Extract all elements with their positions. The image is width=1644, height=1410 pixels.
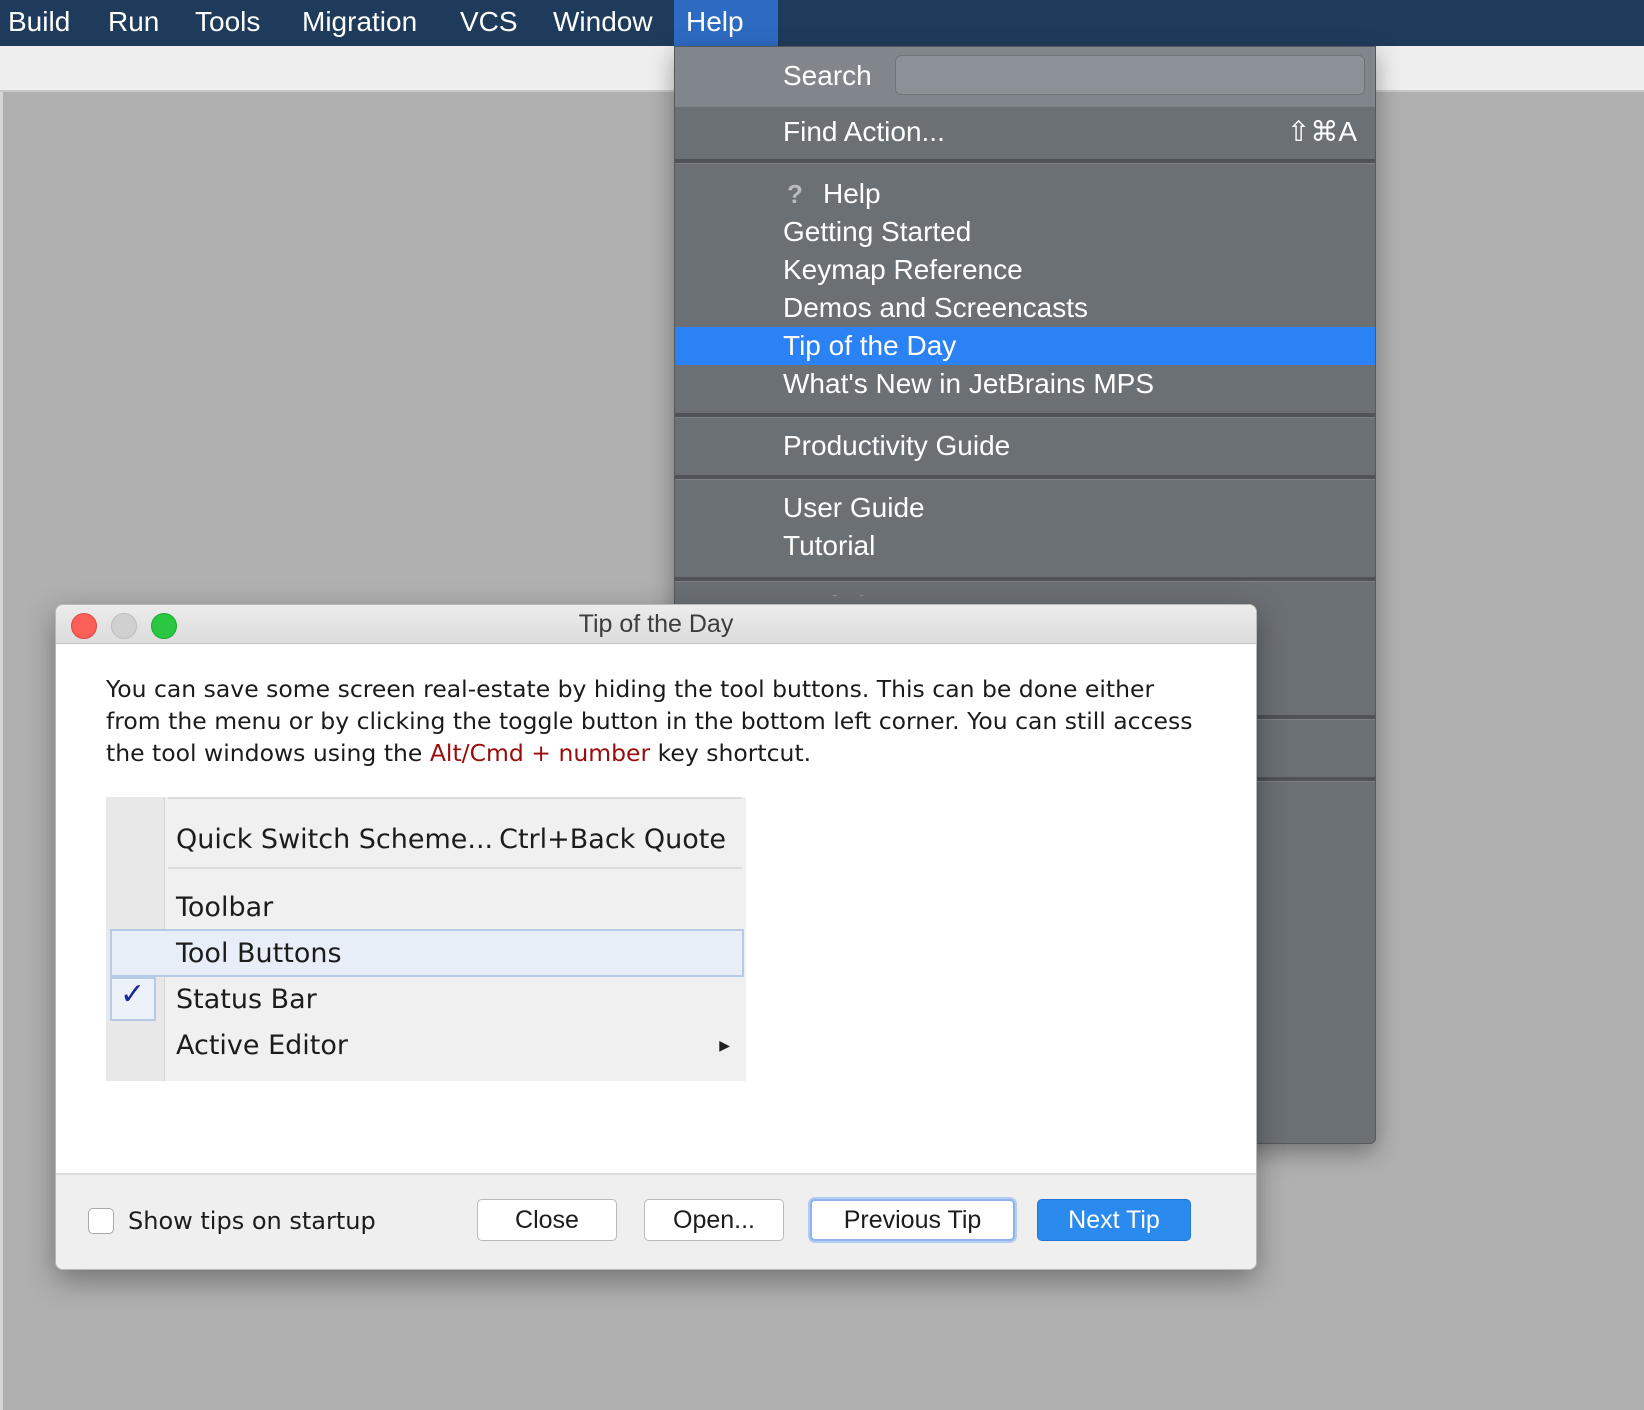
tip-of-the-day-dialog: Tip of the Day You can save some screen … (55, 604, 1257, 1270)
illustration-label: Tool Buttons (176, 938, 342, 969)
menu-item-find-action[interactable]: Find Action... ⇧⌘A (675, 113, 1375, 151)
question-icon: ? (787, 179, 803, 209)
menu-item-label: Productivity Guide (783, 430, 1011, 461)
menu-run[interactable]: Run (100, 0, 167, 46)
tip-text-part: key shortcut. (650, 739, 812, 767)
menu-item-user-guide[interactable]: User Guide (675, 489, 1375, 527)
illustration-shortcut: Ctrl+Back Quote (499, 824, 726, 855)
help-search-row: Search (675, 47, 1375, 107)
menubar: Build Run Tools Migration VCS Window Hel… (0, 0, 1644, 46)
menu-separator (675, 159, 1375, 164)
open-button[interactable]: Open... (644, 1199, 784, 1241)
help-search-input[interactable] (895, 55, 1365, 95)
menu-item-tutorial[interactable]: Tutorial (675, 527, 1375, 565)
menu-item-label: Keymap Reference (783, 254, 1023, 285)
illustration-item-tool-buttons: Tool Buttons (110, 929, 744, 977)
menu-item-demos[interactable]: Demos and Screencasts (675, 289, 1375, 327)
menu-item-keymap-reference[interactable]: Keymap Reference (675, 251, 1375, 289)
illustration-item-status-bar: Status Bar (106, 977, 746, 1023)
menu-item-label: Demos and Screencasts (783, 292, 1089, 323)
next-tip-button[interactable]: Next Tip (1037, 1199, 1191, 1241)
menu-separator (675, 413, 1375, 418)
show-tips-label[interactable]: Show tips on startup (128, 1205, 376, 1237)
tip-shortcut-highlight: Alt/Cmd + number (429, 739, 651, 767)
menu-item-whats-new[interactable]: What's New in JetBrains MPS (675, 365, 1375, 403)
menu-item-tip-of-the-day[interactable]: Tip of the Day (675, 327, 1375, 365)
menu-window[interactable]: Window (545, 0, 661, 46)
show-tips-checkbox[interactable] (88, 1208, 114, 1234)
menu-separator (168, 797, 742, 799)
illustration-label: Status Bar (176, 984, 317, 1015)
help-search-label: Search (783, 60, 872, 91)
find-action-label: Find Action... (783, 116, 945, 147)
illustration-item-active-editor: Active Editor ▶ (106, 1023, 746, 1069)
find-action-shortcut: ⇧⌘A (1286, 116, 1357, 147)
help-label: Help (823, 178, 881, 209)
menu-item-label: User Guide (783, 492, 925, 523)
menu-item-label: What's New in JetBrains MPS (783, 368, 1155, 399)
menu-separator (675, 577, 1375, 582)
menu-migration[interactable]: Migration (294, 0, 425, 46)
menu-vcs[interactable]: VCS (452, 0, 526, 46)
menu-item-label: Tutorial (783, 530, 876, 561)
tip-text: You can save some screen real-estate by … (106, 673, 1216, 769)
menu-item-label: Getting Started (783, 216, 972, 247)
menu-item-productivity-guide[interactable]: Productivity Guide (675, 427, 1375, 465)
submenu-arrow-icon: ▶ (719, 1038, 730, 1054)
menu-tools[interactable]: Tools (187, 0, 268, 46)
menu-help[interactable]: Help (674, 0, 778, 46)
menu-build[interactable]: Build (0, 0, 78, 46)
menu-separator (675, 475, 1375, 480)
illustration-label: Quick Switch Scheme... (176, 824, 494, 855)
menu-item-help[interactable]: ? Help (675, 175, 1375, 213)
menu-separator (168, 867, 742, 869)
close-button[interactable]: Close (477, 1199, 617, 1241)
dialog-title: Tip of the Day (578, 610, 734, 638)
illustration-item-toolbar: Toolbar (106, 885, 746, 931)
illustration-item-quick-switch: Quick Switch Scheme... Ctrl+Back Quote (106, 817, 746, 863)
menu-item-getting-started[interactable]: Getting Started (675, 213, 1375, 251)
dialog-footer: Show tips on startup Close Open... Previ… (56, 1173, 1256, 1269)
illustration-label: Toolbar (176, 892, 274, 923)
previous-tip-button[interactable]: Previous Tip (810, 1199, 1015, 1241)
tip-illustration-menu: Quick Switch Scheme... Ctrl+Back Quote T… (106, 797, 746, 1081)
illustration-label: Active Editor (176, 1030, 349, 1061)
dialog-titlebar: Tip of the Day (56, 605, 1256, 644)
menu-item-label: Tip of the Day (783, 330, 957, 361)
